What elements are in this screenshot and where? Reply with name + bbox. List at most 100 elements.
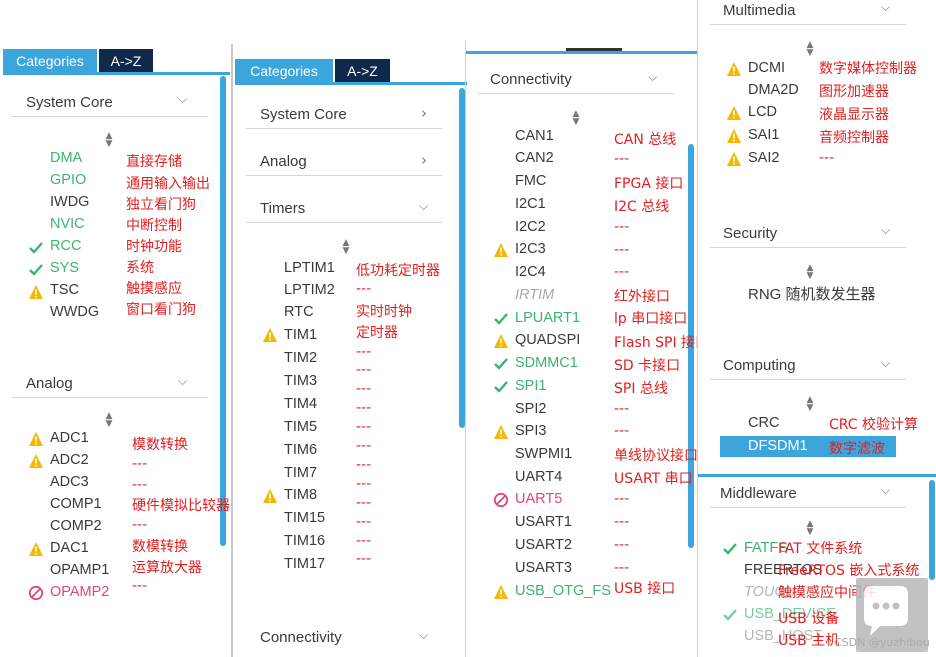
item-adc2[interactable]: ADC2 xyxy=(50,452,89,468)
item-tim17[interactable]: TIM17 xyxy=(284,556,325,572)
item-iwdg[interactable]: IWDG xyxy=(50,194,89,210)
check-icon xyxy=(494,313,508,325)
item-uart5[interactable]: UART5 xyxy=(515,491,562,507)
section-analog[interactable]: Analog xyxy=(26,375,73,392)
item-usart2[interactable]: USART2 xyxy=(515,537,572,553)
item-wwdg[interactable]: WWDG xyxy=(50,304,99,320)
annotation: --- xyxy=(614,219,630,235)
chevron-down-icon[interactable]: ⌵ xyxy=(881,0,890,15)
item-i2c4[interactable]: I2C4 xyxy=(515,264,546,280)
section-computing[interactable]: Computing xyxy=(723,357,796,374)
item-tsc[interactable]: TSC xyxy=(50,282,79,298)
section-analog[interactable]: Analog xyxy=(260,153,307,170)
item-spi2[interactable]: SPI2 xyxy=(515,401,546,417)
scrollbar[interactable] xyxy=(698,474,936,477)
sort-icon[interactable]: ▲ ▼ xyxy=(103,132,115,149)
item-lpuart1[interactable]: LPUART1 xyxy=(515,310,580,326)
item-irtim[interactable]: IRTIM xyxy=(515,287,554,303)
chevron-down-icon[interactable]: ⌵ xyxy=(881,483,890,498)
section-connectivity[interactable]: Connectivity xyxy=(260,629,342,646)
item-dfsdm1[interactable]: DFSDM1 xyxy=(748,438,808,454)
item-usb-otg-fs[interactable]: USB_OTG_FS xyxy=(515,583,611,599)
item-dma2d[interactable]: DMA2D xyxy=(748,82,799,98)
item-dma[interactable]: DMA xyxy=(50,150,82,166)
item-adc3[interactable]: ADC3 xyxy=(50,474,89,490)
chevron-down-icon[interactable]: ⌵ xyxy=(419,628,428,643)
section-timers[interactable]: Timers xyxy=(260,200,305,217)
item-nvic[interactable]: NVIC xyxy=(50,216,85,232)
item-uart4[interactable]: UART4 xyxy=(515,469,562,485)
item-sdmmc1[interactable]: SDMMC1 xyxy=(515,355,578,371)
item-dac1[interactable]: DAC1 xyxy=(50,540,89,556)
warning-icon xyxy=(727,152,741,166)
item-opamp1[interactable]: OPAMP1 xyxy=(50,562,109,578)
chevron-down-icon[interactable]: ⌵ xyxy=(648,70,657,85)
item-i2c3[interactable]: I2C3 xyxy=(515,241,546,257)
item-usart3[interactable]: USART3 xyxy=(515,560,572,576)
chevron-right-icon[interactable]: › xyxy=(421,151,427,169)
item-can2[interactable]: CAN2 xyxy=(515,150,554,166)
item-usart1[interactable]: USART1 xyxy=(515,514,572,530)
item-i2c1[interactable]: I2C1 xyxy=(515,196,546,212)
chevron-right-icon[interactable]: › xyxy=(421,104,427,122)
chevron-down-icon[interactable]: ⌵ xyxy=(419,199,428,214)
sort-icon[interactable]: ▲ ▼ xyxy=(570,110,582,127)
tab-categories[interactable]: Categories xyxy=(3,49,97,73)
item-comp1[interactable]: COMP1 xyxy=(50,496,102,512)
scrollbar[interactable] xyxy=(929,480,935,580)
item-gpio[interactable]: GPIO xyxy=(50,172,86,188)
chevron-down-icon[interactable]: ⌵ xyxy=(178,92,187,107)
chevron-down-icon[interactable]: ⌵ xyxy=(881,223,890,238)
item-sys[interactable]: SYS xyxy=(50,260,79,276)
sort-icon[interactable]: ▲ ▼ xyxy=(804,41,816,58)
item-tim1[interactable]: TIM1 xyxy=(284,327,317,343)
item-tim2[interactable]: TIM2 xyxy=(284,350,317,366)
item-spi3[interactable]: SPI3 xyxy=(515,423,546,439)
tab-a-to-z[interactable]: A->Z xyxy=(99,49,153,73)
item-sai1[interactable]: SAI1 xyxy=(748,127,779,143)
item-i2c2[interactable]: I2C2 xyxy=(515,219,546,235)
item-tim5[interactable]: TIM5 xyxy=(284,419,317,435)
sort-icon[interactable]: ▲ ▼ xyxy=(804,396,816,413)
item-rcc[interactable]: RCC xyxy=(50,238,81,254)
item-rng[interactable]: RNG 随机数发生器 xyxy=(748,283,876,304)
item-tim7[interactable]: TIM7 xyxy=(284,465,317,481)
chevron-down-icon[interactable]: ⌵ xyxy=(178,374,187,389)
section-multimedia[interactable]: Multimedia xyxy=(723,2,796,19)
item-tim4[interactable]: TIM4 xyxy=(284,396,317,412)
section-system-core[interactable]: System Core xyxy=(26,94,113,111)
item-tim16[interactable]: TIM16 xyxy=(284,533,325,549)
scrollbar[interactable] xyxy=(220,76,226,546)
item-adc1[interactable]: ADC1 xyxy=(50,430,89,446)
item-tim8[interactable]: TIM8 xyxy=(284,487,317,503)
item-comp2[interactable]: COMP2 xyxy=(50,518,102,534)
sort-icon[interactable]: ▲ ▼ xyxy=(804,264,816,281)
item-tim6[interactable]: TIM6 xyxy=(284,442,317,458)
sort-icon[interactable]: ▲ ▼ xyxy=(340,239,352,256)
section-security[interactable]: Security xyxy=(723,225,777,242)
item-tim3[interactable]: TIM3 xyxy=(284,373,317,389)
section-middleware[interactable]: Middleware xyxy=(720,485,797,502)
item-swpmi1[interactable]: SWPMI1 xyxy=(515,446,572,462)
tab-a-to-z[interactable]: A->Z xyxy=(335,59,390,83)
item-lptim1[interactable]: LPTIM1 xyxy=(284,260,335,276)
item-quadspi[interactable]: QUADSPI xyxy=(515,332,580,348)
item-lptim2[interactable]: LPTIM2 xyxy=(284,282,335,298)
section-system-core[interactable]: System Core xyxy=(260,106,347,123)
item-tim15[interactable]: TIM15 xyxy=(284,510,325,526)
section-connectivity[interactable]: Connectivity xyxy=(490,71,572,88)
item-can1[interactable]: CAN1 xyxy=(515,128,554,144)
item-crc[interactable]: CRC xyxy=(748,415,779,431)
chevron-down-icon[interactable]: ⌵ xyxy=(881,356,890,371)
item-opamp2[interactable]: OPAMP2 xyxy=(50,584,109,600)
item-lcd[interactable]: LCD xyxy=(748,104,777,120)
item-dcmi[interactable]: DCMI xyxy=(748,60,785,76)
tab-categories[interactable]: Categories xyxy=(235,59,333,83)
item-spi1[interactable]: SPI1 xyxy=(515,378,546,394)
sort-icon[interactable]: ▲ ▼ xyxy=(804,520,816,537)
warning-icon xyxy=(494,425,508,439)
item-fmc[interactable]: FMC xyxy=(515,173,546,189)
item-sai2[interactable]: SAI2 xyxy=(748,150,779,166)
sort-icon[interactable]: ▲ ▼ xyxy=(103,412,115,429)
item-rtc[interactable]: RTC xyxy=(284,304,314,320)
